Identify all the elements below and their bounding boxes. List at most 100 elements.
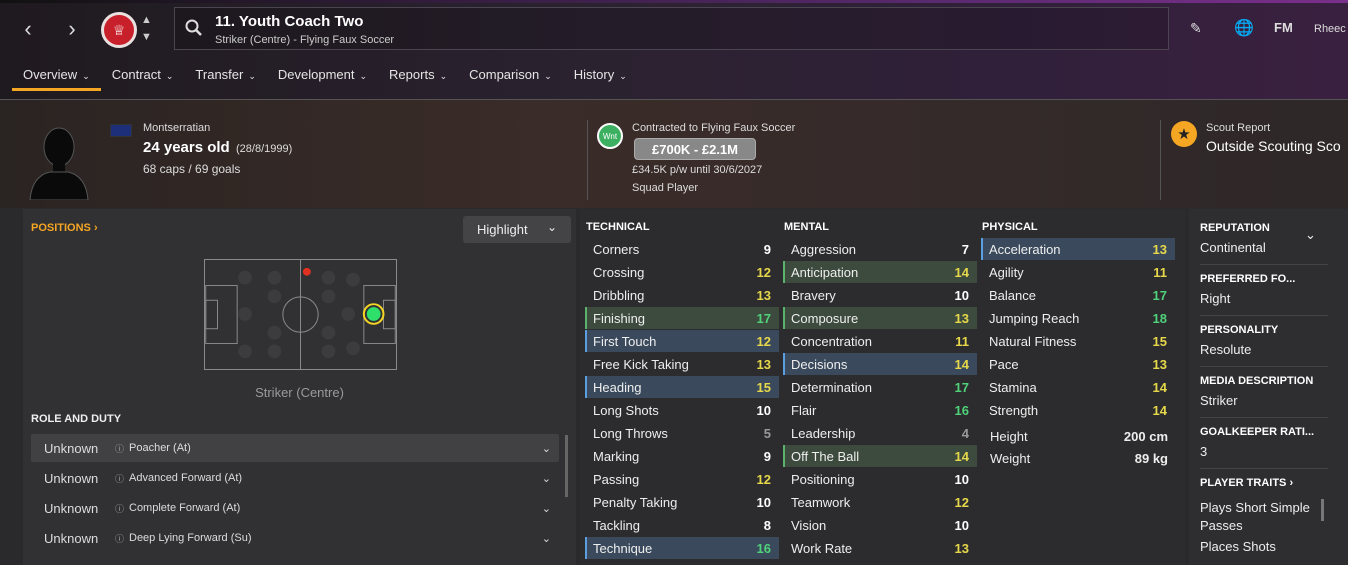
attribute-row[interactable]: Crossing 12: [585, 261, 779, 283]
attribute-row[interactable]: Aggression 7: [783, 238, 977, 260]
attribute-row[interactable]: Determination 17: [783, 376, 977, 398]
wage: £34.5K p/w until 30/6/2027: [632, 164, 763, 176]
tab-comparison[interactable]: Comparison ⌄: [458, 67, 563, 90]
attribute-row[interactable]: Agility 11: [981, 261, 1175, 283]
attribute-row[interactable]: Free Kick Taking 13: [585, 353, 779, 375]
tab-reports[interactable]: Reports ⌄: [378, 67, 458, 90]
attribute-name: Anticipation: [791, 264, 859, 280]
attribute-name: Tackling: [593, 517, 640, 533]
positions-heading[interactable]: POSITIONS ›: [31, 222, 98, 234]
attribute-row[interactable]: Decisions 14: [783, 353, 977, 375]
attribute-name: Balance: [989, 287, 1036, 303]
attribute-row[interactable]: Heading 15: [585, 376, 779, 398]
attribute-name: Jumping Reach: [989, 310, 1080, 326]
attribute-row[interactable]: Jumping Reach 18: [981, 307, 1175, 329]
star-icon: ★: [1171, 121, 1197, 147]
attribute-name: Off The Ball: [791, 448, 860, 464]
attribute-name: Natural Fitness: [989, 333, 1077, 349]
tab-transfer[interactable]: Transfer ⌄: [184, 67, 266, 90]
divider: [1200, 264, 1328, 265]
attribute-row[interactable]: Passing 12: [585, 468, 779, 490]
fm-logo[interactable]: FM: [1274, 20, 1293, 35]
attribute-row[interactable]: Flair 16: [783, 399, 977, 421]
info-icon: ⓘ: [115, 503, 125, 514]
age: 24 years old: [143, 139, 230, 156]
attribute-value: 17: [954, 379, 969, 395]
info-icon: ⓘ: [115, 443, 125, 454]
attribute-row[interactable]: Vision 10: [783, 514, 977, 536]
attribute-row[interactable]: Corners 9: [585, 238, 779, 260]
role-row[interactable]: Unknown ⓘ Advanced Forward (At) ⌄: [31, 464, 559, 492]
attribute-row[interactable]: Strength 14: [981, 399, 1175, 421]
club-badge-icon[interactable]: ♕: [101, 12, 137, 48]
caps-goals: 68 caps / 69 goals: [143, 162, 241, 176]
attribute-name: Free Kick Taking: [593, 356, 689, 372]
chevron-down-icon[interactable]: ▼: [141, 31, 152, 43]
attribute-row[interactable]: Acceleration 13: [981, 238, 1175, 260]
attribute-name: Passing: [593, 471, 640, 487]
attribute-row[interactable]: Anticipation 14: [783, 261, 977, 283]
personality-value: Resolute: [1200, 342, 1252, 357]
player-traits-heading[interactable]: PLAYER TRAITS ›: [1200, 477, 1293, 489]
chevron-down-icon: ⌄: [165, 71, 174, 81]
attribute-row[interactable]: Finishing 17: [585, 307, 779, 329]
role-row[interactable]: Unknown ⓘ Deep Lying Forward (Su) ⌄: [31, 524, 559, 552]
chevron-down-icon[interactable]: ⌄: [1305, 227, 1316, 243]
attribute-row[interactable]: Positioning 10: [783, 468, 977, 490]
nationality: Montserratian: [143, 122, 211, 134]
edit-pencil-icon[interactable]: ✎: [1190, 20, 1202, 37]
attribute-row[interactable]: Concentration 11: [783, 330, 977, 352]
role-row[interactable]: Unknown ⓘ Poacher (At) ⌄: [31, 434, 559, 462]
attribute-row[interactable]: Natural Fitness 15: [981, 330, 1175, 352]
attribute-name: Decisions: [791, 356, 848, 372]
divider: [1200, 468, 1328, 469]
attribute-value: 13: [1152, 356, 1167, 372]
attribute-row[interactable]: First Touch 12: [585, 330, 779, 352]
scout-report-value[interactable]: Outside Scouting Sco: [1206, 138, 1341, 154]
attribute-row[interactable]: Leadership 4: [783, 422, 977, 444]
attribute-value: 13: [1152, 241, 1167, 257]
side-info-panel: REPUTATION Continental ⌄ PREFERRED FO...…: [1189, 209, 1348, 565]
transfer-value[interactable]: £700K - £2.1M: [634, 138, 756, 160]
chevron-up-icon[interactable]: ▲: [141, 14, 152, 26]
scrollbar[interactable]: [1321, 499, 1324, 521]
attribute-name: Acceleration: [989, 241, 1061, 257]
attribute-value: 4: [961, 425, 969, 441]
user-name[interactable]: Rheec: [1314, 23, 1346, 35]
tab-overview[interactable]: Overview ⌄: [12, 67, 101, 91]
tab-contract[interactable]: Contract ⌄: [101, 67, 185, 90]
tab-development[interactable]: Development ⌄: [267, 67, 378, 90]
player-search-box[interactable]: 11. Youth Coach Two Striker (Centre) - F…: [174, 7, 1169, 50]
back-arrow-icon[interactable]: ‹: [13, 14, 43, 44]
tab-history[interactable]: History ⌄: [563, 67, 638, 90]
attribute-value: 10: [756, 494, 771, 510]
chevron-down-icon: ⌄: [541, 502, 551, 515]
attribute-row[interactable]: Penalty Taking 10: [585, 491, 779, 513]
scrollbar[interactable]: [565, 435, 568, 497]
attribute-value: 12: [954, 494, 969, 510]
attribute-row[interactable]: Work Rate 13: [783, 537, 977, 559]
attribute-name: Heading: [593, 379, 642, 395]
attribute-row[interactable]: Bravery 10: [783, 284, 977, 306]
attribute-value: 15: [756, 379, 771, 395]
globe-icon[interactable]: 🌐: [1234, 18, 1254, 38]
attribute-row[interactable]: Marking 9: [585, 445, 779, 467]
attribute-row[interactable]: Off The Ball 14: [783, 445, 977, 467]
attribute-row[interactable]: Tackling 8: [585, 514, 779, 536]
attribute-row[interactable]: Stamina 14: [981, 376, 1175, 398]
date-of-birth: (28/8/1999): [236, 143, 293, 155]
attribute-row[interactable]: Pace 13: [981, 353, 1175, 375]
attribute-row[interactable]: Dribbling 13: [585, 284, 779, 306]
forward-arrow-icon[interactable]: ›: [57, 14, 87, 44]
attribute-row[interactable]: Composure 13: [783, 307, 977, 329]
goalkeeper-rating-heading: GOALKEEPER RATI...: [1200, 426, 1315, 438]
attribute-row[interactable]: Technique 16: [585, 537, 779, 559]
attribute-row[interactable]: Long Throws 5: [585, 422, 779, 444]
attribute-row[interactable]: Balance 17: [981, 284, 1175, 306]
attribute-value: 17: [1152, 287, 1167, 303]
attribute-row[interactable]: Teamwork 12: [783, 491, 977, 513]
attribute-row[interactable]: Long Shots 10: [585, 399, 779, 421]
position-label: Striker (Centre): [255, 385, 344, 400]
role-row[interactable]: Unknown ⓘ Complete Forward (At) ⌄: [31, 494, 559, 522]
highlight-dropdown[interactable]: Highlight ⌄: [463, 216, 571, 243]
